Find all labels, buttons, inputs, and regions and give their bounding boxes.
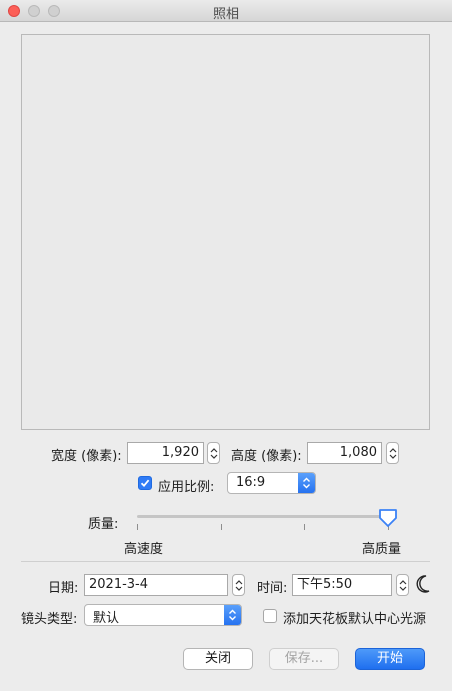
aspect-ratio-value: 16:9: [236, 475, 266, 490]
quality-label: 质量:: [88, 517, 119, 532]
width-stepper[interactable]: [207, 442, 220, 464]
stepper-arrows-icon: [210, 448, 218, 459]
time-stepper[interactable]: [396, 574, 409, 596]
width-field[interactable]: 1,920: [127, 442, 204, 464]
slider-tick: [137, 524, 138, 530]
lens-type-value: 默认: [93, 611, 120, 626]
time-label: 时间:: [257, 581, 288, 596]
height-field[interactable]: 1,080: [307, 442, 382, 464]
slider-tick: [304, 524, 305, 530]
save-button[interactable]: 保存...: [269, 648, 339, 670]
stepper-arrows-icon: [399, 580, 407, 591]
default-light-label: 添加天花板默认中心光源: [283, 612, 427, 627]
popup-arrows-icon: [298, 473, 315, 493]
time-field[interactable]: 下午5:50: [292, 574, 392, 596]
title-bar: 照相: [0, 0, 452, 22]
close-button[interactable]: 关闭: [183, 648, 253, 670]
date-field[interactable]: 2021-3-4: [84, 574, 228, 596]
lens-type-label: 镜头类型:: [21, 612, 78, 627]
start-button[interactable]: 开始: [355, 648, 425, 670]
moon-icon[interactable]: [415, 574, 431, 594]
quality-low-label: 高速度: [124, 542, 164, 557]
aspect-ratio-popup[interactable]: 16:9: [227, 472, 316, 494]
popup-arrows-icon: [224, 605, 241, 625]
quality-slider-thumb[interactable]: [378, 508, 398, 528]
slider-tick: [221, 524, 222, 530]
render-preview: [21, 34, 430, 430]
date-label: 日期:: [48, 581, 79, 596]
stepper-arrows-icon: [389, 448, 397, 459]
date-stepper[interactable]: [232, 574, 245, 596]
quality-slider-track[interactable]: [137, 515, 391, 518]
stepper-arrows-icon: [235, 580, 243, 591]
quality-high-label: 高质量: [362, 542, 402, 557]
aspect-ratio-label: 应用比例:: [158, 480, 215, 495]
window-title: 照相: [212, 7, 239, 22]
width-label: 宽度 (像素):: [51, 449, 122, 464]
height-label: 高度 (像素):: [231, 449, 302, 464]
checkmark-icon: [140, 479, 150, 488]
section-divider: [21, 561, 430, 562]
lens-type-popup[interactable]: 默认: [84, 604, 242, 626]
height-stepper[interactable]: [386, 442, 399, 464]
default-light-checkbox[interactable]: [263, 609, 277, 623]
aspect-ratio-checkbox[interactable]: [138, 476, 152, 490]
